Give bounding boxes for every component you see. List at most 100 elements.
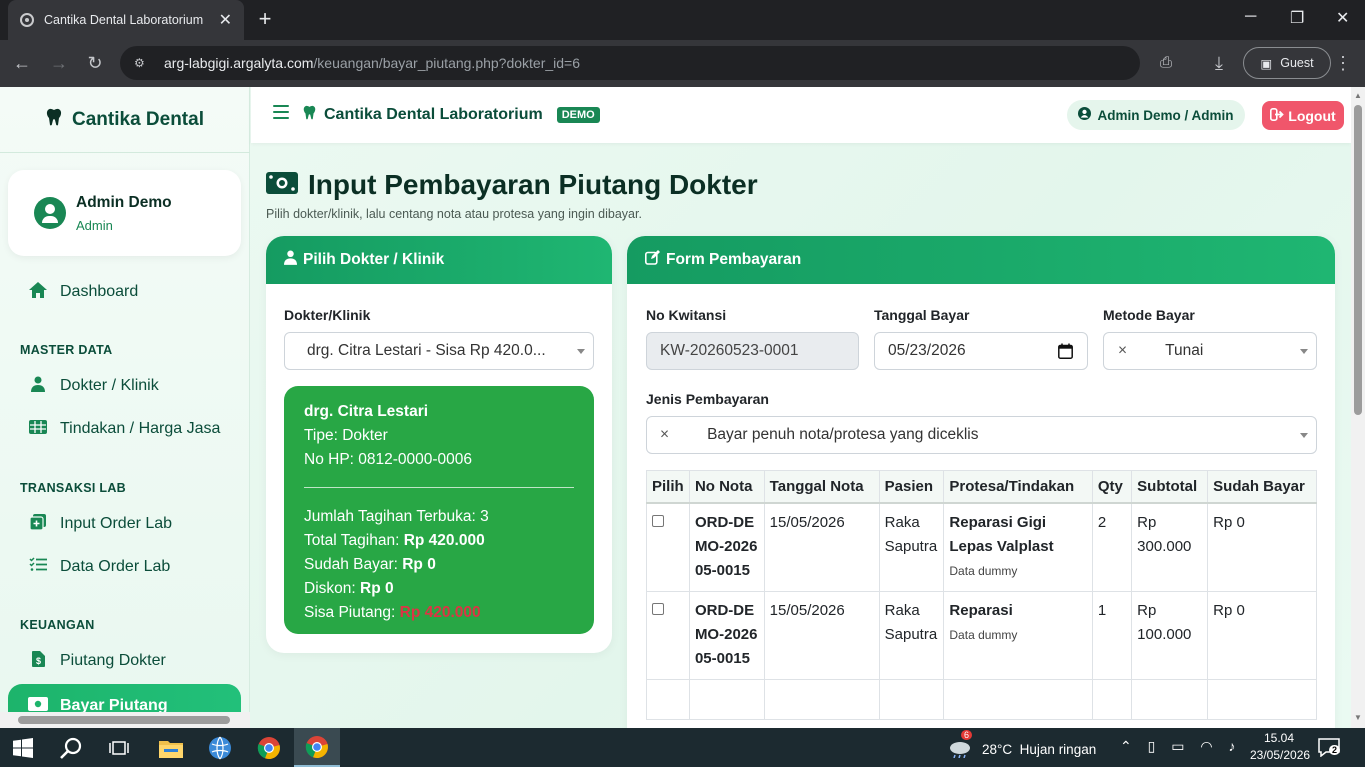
tray-icons[interactable]: ⌃ ▯ ▭ ◠ ♪	[1120, 738, 1241, 755]
file-explorer-icon[interactable]	[148, 728, 194, 767]
sidebar-item-tindakan[interactable]: Tindakan / Harga Jasa	[8, 409, 241, 449]
jenis-select[interactable]: × Bayar penuh nota/protesa yang diceklis	[646, 416, 1317, 454]
calendar-icon[interactable]	[1058, 343, 1073, 364]
money-bill-icon	[266, 169, 298, 201]
sidebar-item-label: Input Order Lab	[60, 515, 173, 532]
sidebar-item-piutang[interactable]: $ Piutang Dokter	[8, 641, 241, 681]
chrome-active-icon[interactable]	[294, 728, 340, 767]
cell-pasien: Raka Saputra	[878, 591, 945, 680]
sidebar-item-dokter[interactable]: Dokter / Klinik	[8, 366, 241, 406]
reload-button[interactable]: ↻	[83, 51, 107, 75]
row-checkbox[interactable]	[652, 603, 664, 615]
navbar-brand[interactable]: Cantika Dental Laboratorium DEMO	[303, 105, 600, 125]
forward-button[interactable]: →	[47, 51, 71, 75]
sidebar-item-label: Piutang Dokter	[60, 652, 166, 669]
download-icon[interactable]: ⤓	[1207, 51, 1231, 75]
windows-start-icon[interactable]	[0, 728, 46, 767]
user-doctor-icon	[28, 376, 48, 397]
form-pembayaran-card: Form Pembayaran No Kwitansi KW-20260523-…	[627, 236, 1335, 728]
dokter-name: drg. Citra Lestari	[304, 403, 429, 420]
nota-table-wrapper[interactable]: Pilih No Nota Tanggal Nota Pasien Protes…	[646, 470, 1317, 728]
minimize-button[interactable]: ─	[1245, 8, 1256, 26]
clock[interactable]: 15.04 23/05/2026	[1250, 731, 1310, 762]
profile-button[interactable]: ▣ Guest	[1243, 47, 1331, 79]
clear-icon[interactable]: ×	[660, 426, 669, 444]
back-button[interactable]: ←	[10, 51, 34, 75]
sidebar-item-dashboard[interactable]: Dashboard	[8, 272, 241, 312]
tanggal-input[interactable]: 05/23/2026	[874, 332, 1088, 370]
dokter-tipe: Tipe: Dokter	[304, 427, 388, 444]
card-header-label: Form Pembayaran	[666, 251, 802, 268]
avatar	[34, 197, 66, 229]
profile-icon: ▣	[1260, 56, 1273, 71]
network-app-icon[interactable]	[197, 728, 243, 767]
navbar-brand-label: Cantika Dental Laboratorium	[324, 106, 543, 123]
admin-user-pill[interactable]: Admin Demo / Admin	[1067, 100, 1245, 130]
section-transaksi-lab: TRANSAKSI LAB	[20, 481, 126, 495]
site-info-icon[interactable]: ⚙	[134, 56, 150, 70]
close-window-button[interactable]: ✕	[1336, 8, 1349, 28]
table-row: ORD-DEMO-202605-0015 15/05/2026 Raka Sap…	[646, 502, 1317, 592]
cell-note: Data dummy	[949, 628, 1018, 642]
table-row	[646, 679, 1317, 720]
browser-tab[interactable]: Cantika Dental Laboratorium ✕	[8, 0, 244, 40]
notification-icon[interactable]: 2	[1318, 737, 1341, 760]
col-subtotal[interactable]: Subtotal	[1131, 470, 1209, 504]
scrollbar-thumb[interactable]	[1354, 105, 1362, 415]
row-checkbox[interactable]	[652, 515, 664, 527]
col-pasien[interactable]: Pasien	[878, 470, 945, 504]
sidebar-item-data-order[interactable]: Data Order Lab	[8, 547, 241, 587]
scroll-up-icon[interactable]: ▲	[1354, 91, 1362, 100]
demo-badge: DEMO	[556, 107, 600, 123]
file-plus-icon	[28, 513, 48, 535]
user-card: Admin Demo Admin	[8, 170, 241, 256]
cell-subtotal: Rp 300.000	[1131, 502, 1209, 592]
user-role: Admin	[76, 217, 113, 233]
sidebar-horizontal-scrollbar[interactable]	[0, 712, 250, 728]
weather-badge: 6	[961, 730, 973, 740]
col-pilih[interactable]: Pilih	[646, 470, 690, 504]
col-tindakan[interactable]: Protesa/Tindakan	[943, 470, 1093, 504]
task-view-icon[interactable]	[96, 728, 142, 767]
cell-tanggal: 15/05/2026	[763, 591, 880, 680]
search-icon[interactable]	[48, 728, 94, 767]
user-circle-icon	[1078, 107, 1092, 123]
restore-button[interactable]: ❐	[1290, 8, 1304, 28]
new-tab-button[interactable]: +	[252, 6, 278, 32]
address-bar[interactable]: ⚙ arg-labgigi.argalyta.com/keuangan/baya…	[120, 46, 1140, 80]
cell-tanggal: 15/05/2026	[763, 502, 880, 592]
sidebar-brand[interactable]: Cantika Dental	[0, 87, 250, 153]
scroll-down-icon[interactable]: ▼	[1354, 713, 1362, 722]
kwitansi-label: No Kwitansi	[646, 307, 727, 323]
invoice-dollar-icon: $	[28, 650, 48, 672]
section-master-data: MASTER DATA	[20, 343, 113, 357]
logout-button[interactable]: Logout	[1262, 101, 1344, 130]
svg-text:$: $	[35, 656, 40, 666]
cell-tindakan: Reparasi Gigi Lepas Valplast Data dummy	[943, 502, 1093, 592]
page-vertical-scrollbar[interactable]: ▲ ▼	[1351, 87, 1365, 728]
col-no-nota[interactable]: No Nota	[688, 470, 765, 504]
close-tab-icon[interactable]: ✕	[219, 10, 232, 30]
sisa-piutang: Sisa Piutang: Rp 420.000	[304, 604, 481, 621]
page-subtitle: Pilih dokter/klinik, lalu centang nota a…	[266, 207, 642, 221]
sidebar-item-input-order[interactable]: Input Order Lab	[8, 504, 241, 544]
col-sudah-bayar[interactable]: Sudah Bayar	[1207, 470, 1317, 504]
browser-toolbar: ← → ↻ ⚙ arg-labgigi.argalyta.com/keuanga…	[0, 40, 1365, 87]
col-qty[interactable]: Qty	[1091, 470, 1133, 504]
kwitansi-input[interactable]: KW-20260523-0001	[646, 332, 859, 370]
cast-icon[interactable]: ⎙	[1154, 51, 1178, 75]
metode-select[interactable]: × Tunai	[1103, 332, 1317, 370]
hamburger-menu-icon[interactable]	[273, 105, 289, 119]
section-keuangan: KEUANGAN	[20, 618, 95, 632]
cell-qty: 2	[1091, 502, 1133, 592]
dokter-label: Dokter/Klinik	[284, 307, 371, 323]
tanggal-value: 05/23/2026	[888, 342, 966, 359]
menu-icon[interactable]: ⋮	[1331, 51, 1355, 75]
chrome-icon[interactable]	[246, 728, 292, 767]
weather-widget[interactable]: 6 28°C Hujan ringan	[948, 730, 1096, 761]
clear-icon[interactable]: ×	[1118, 342, 1127, 360]
dokter-select[interactable]: drg. Citra Lestari - Sisa Rp 420.0...	[284, 332, 594, 370]
col-tanggal-nota[interactable]: Tanggal Nota	[763, 470, 880, 504]
kwitansi-value: KW-20260523-0001	[660, 342, 799, 359]
tanggal-label: Tanggal Bayar	[874, 307, 970, 323]
